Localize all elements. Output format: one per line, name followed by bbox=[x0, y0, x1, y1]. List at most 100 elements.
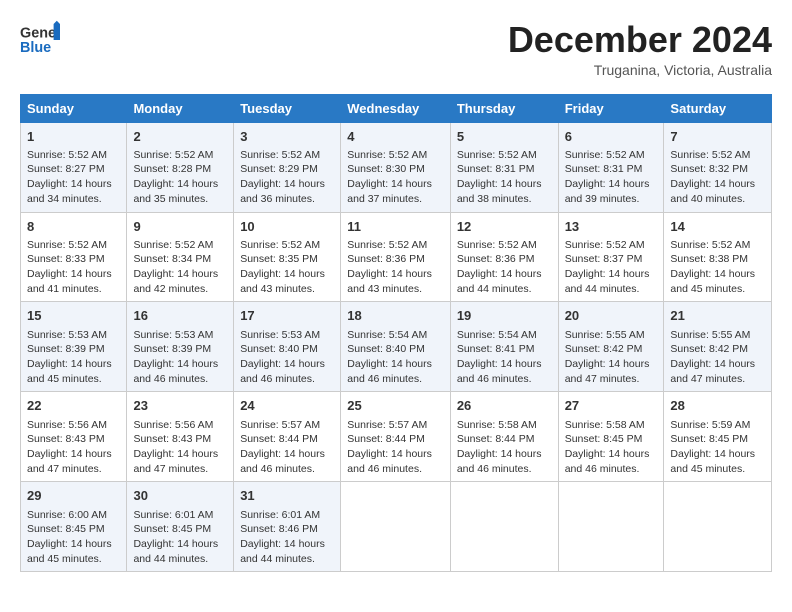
daylight-text: Daylight: 14 hours and 34 minutes. bbox=[27, 178, 112, 205]
calendar-cell: 13 Sunrise: 5:52 AM Sunset: 8:37 PM Dayligh… bbox=[558, 212, 664, 302]
calendar-cell: 17Sunrise: 5:53 AMSunset: 8:40 PMDayligh… bbox=[234, 302, 341, 392]
sunrise-text: Sunrise: 5:52 AM bbox=[670, 239, 750, 251]
daylight-text: Daylight: 14 hours and 45 minutes. bbox=[670, 448, 755, 475]
day-number: 10 bbox=[240, 218, 334, 236]
day-number: 26 bbox=[457, 397, 552, 415]
sunrise-text: Sunrise: 5:54 AM bbox=[457, 329, 537, 341]
sunset-text: Sunset: 8:32 PM bbox=[670, 163, 748, 175]
calendar-cell bbox=[558, 482, 664, 572]
sunset-text: Sunset: 8:28 PM bbox=[133, 163, 211, 175]
sunset-text: Sunset: 8:44 PM bbox=[457, 433, 535, 445]
daylight-text: Daylight: 14 hours and 36 minutes. bbox=[240, 178, 325, 205]
daylight-text: Daylight: 14 hours and 45 minutes. bbox=[27, 538, 112, 565]
sunrise-text: Sunrise: 5:57 AM bbox=[240, 419, 320, 431]
day-number: 8 bbox=[27, 218, 120, 236]
daylight-text: Daylight: 14 hours and 47 minutes. bbox=[670, 358, 755, 385]
day-number: 6 bbox=[565, 128, 658, 146]
weekday-header-monday: Monday bbox=[127, 94, 234, 122]
day-number: 5 bbox=[457, 128, 552, 146]
sunset-text: Sunset: 8:46 PM bbox=[240, 523, 318, 535]
daylight-text: Daylight: 14 hours and 44 minutes. bbox=[565, 268, 650, 295]
sunset-text: Sunset: 8:43 PM bbox=[27, 433, 105, 445]
sunset-text: Sunset: 8:31 PM bbox=[565, 163, 643, 175]
sunset-text: Sunset: 8:41 PM bbox=[457, 343, 535, 355]
calendar-week-row: 1Sunrise: 5:52 AMSunset: 8:27 PMDaylight… bbox=[21, 122, 772, 212]
sunset-text: Sunset: 8:45 PM bbox=[27, 523, 105, 535]
sunrise-text: Sunrise: 5:52 AM bbox=[27, 149, 107, 161]
sunset-text: Sunset: 8:45 PM bbox=[133, 523, 211, 535]
weekday-header-wednesday: Wednesday bbox=[341, 94, 451, 122]
daylight-text: Daylight: 14 hours and 47 minutes. bbox=[565, 358, 650, 385]
sunset-text: Sunset: 8:43 PM bbox=[133, 433, 211, 445]
sunset-text: Sunset: 8:45 PM bbox=[670, 433, 748, 445]
calendar-cell bbox=[450, 482, 558, 572]
daylight-text: Daylight: 14 hours and 44 minutes. bbox=[133, 538, 218, 565]
daylight-text: Daylight: 14 hours and 43 minutes. bbox=[347, 268, 432, 295]
sunrise-text: Sunrise: 5:52 AM bbox=[347, 239, 427, 251]
day-number: 12 bbox=[457, 218, 552, 236]
sunset-text: Sunset: 8:36 PM bbox=[347, 253, 425, 265]
day-number: 27 bbox=[565, 397, 658, 415]
sunset-text: Sunset: 8:34 PM bbox=[133, 253, 211, 265]
sunrise-text: Sunrise: 5:52 AM bbox=[347, 149, 427, 161]
sunset-text: Sunset: 8:39 PM bbox=[133, 343, 211, 355]
sunrise-text: Sunrise: 5:59 AM bbox=[670, 419, 750, 431]
calendar-cell: 31Sunrise: 6:01 AMSunset: 8:46 PMDayligh… bbox=[234, 482, 341, 572]
logo-icon: General Blue bbox=[20, 20, 60, 56]
calendar-cell: 14Sunrise: 5:52 AMSunset: 8:38 PMDayligh… bbox=[664, 212, 772, 302]
sunrise-text: Sunrise: 6:01 AM bbox=[240, 509, 320, 521]
calendar-cell: 18 Sunrise: 5:54 AM Sunset: 8:40 PM Dayligh… bbox=[341, 302, 451, 392]
sunrise-text: Sunrise: 5:52 AM bbox=[565, 239, 645, 251]
sunset-text: Sunset: 8:36 PM bbox=[457, 253, 535, 265]
day-number: 9 bbox=[133, 218, 227, 236]
day-number: 11 bbox=[347, 218, 444, 236]
sunset-text: Sunset: 8:27 PM bbox=[27, 163, 105, 175]
sunrise-text: Sunrise: 5:54 AM bbox=[347, 329, 427, 341]
calendar-week-row: 15Sunrise: 5:53 AMSunset: 8:39 PMDayligh… bbox=[21, 302, 772, 392]
day-number: 21 bbox=[670, 307, 765, 325]
sunset-text: Sunset: 8:33 PM bbox=[27, 253, 105, 265]
day-number: 3 bbox=[240, 128, 334, 146]
calendar-cell: 24Sunrise: 5:57 AMSunset: 8:44 PMDayligh… bbox=[234, 392, 341, 482]
day-number: 14 bbox=[670, 218, 765, 236]
sunset-text: Sunset: 8:31 PM bbox=[457, 163, 535, 175]
sunrise-text: Sunrise: 5:52 AM bbox=[27, 239, 107, 251]
calendar-cell: 10Sunrise: 5:52 AMSunset: 8:35 PMDayligh… bbox=[234, 212, 341, 302]
day-number: 18 bbox=[347, 307, 444, 325]
sunset-text: Sunset: 8:42 PM bbox=[565, 343, 643, 355]
calendar-cell: 11 Sunrise: 5:52 AM Sunset: 8:36 PM Dayligh… bbox=[341, 212, 451, 302]
day-number: 24 bbox=[240, 397, 334, 415]
sunrise-text: Sunrise: 5:52 AM bbox=[565, 149, 645, 161]
daylight-text: Daylight: 14 hours and 46 minutes. bbox=[457, 358, 542, 385]
calendar-week-row: 8 Sunrise: 5:52 AM Sunset: 8:33 PM Daylight… bbox=[21, 212, 772, 302]
day-number: 31 bbox=[240, 487, 334, 505]
day-number: 25 bbox=[347, 397, 444, 415]
daylight-text: Daylight: 14 hours and 47 minutes. bbox=[133, 448, 218, 475]
day-number: 2 bbox=[133, 128, 227, 146]
calendar-cell: 15Sunrise: 5:53 AMSunset: 8:39 PMDayligh… bbox=[21, 302, 127, 392]
svg-text:Blue: Blue bbox=[20, 40, 51, 56]
sunset-text: Sunset: 8:37 PM bbox=[565, 253, 643, 265]
daylight-text: Daylight: 14 hours and 46 minutes. bbox=[457, 448, 542, 475]
weekday-header-saturday: Saturday bbox=[664, 94, 772, 122]
calendar-cell bbox=[341, 482, 451, 572]
calendar-cell: 25Sunrise: 5:57 AMSunset: 8:44 PMDayligh… bbox=[341, 392, 451, 482]
sunset-text: Sunset: 8:40 PM bbox=[347, 343, 425, 355]
calendar-cell: 30Sunrise: 6:01 AMSunset: 8:45 PMDayligh… bbox=[127, 482, 234, 572]
calendar-cell bbox=[664, 482, 772, 572]
sunrise-text: Sunrise: 5:52 AM bbox=[457, 239, 537, 251]
day-number: 13 bbox=[565, 218, 658, 236]
sunset-text: Sunset: 8:30 PM bbox=[347, 163, 425, 175]
calendar-cell: 19 Sunrise: 5:54 AM Sunset: 8:41 PM Dayligh… bbox=[450, 302, 558, 392]
calendar-cell: 9Sunrise: 5:52 AMSunset: 8:34 PMDaylight… bbox=[127, 212, 234, 302]
calendar-cell: 28Sunrise: 5:59 AMSunset: 8:45 PMDayligh… bbox=[664, 392, 772, 482]
sunrise-text: Sunrise: 6:00 AM bbox=[27, 509, 107, 521]
calendar-cell: 6Sunrise: 5:52 AMSunset: 8:31 PMDaylight… bbox=[558, 122, 664, 212]
day-number: 15 bbox=[27, 307, 120, 325]
daylight-text: Daylight: 14 hours and 46 minutes. bbox=[240, 358, 325, 385]
sunrise-text: Sunrise: 5:52 AM bbox=[133, 239, 213, 251]
calendar-cell: 27Sunrise: 5:58 AMSunset: 8:45 PMDayligh… bbox=[558, 392, 664, 482]
daylight-text: Daylight: 14 hours and 47 minutes. bbox=[27, 448, 112, 475]
daylight-text: Daylight: 14 hours and 46 minutes. bbox=[347, 358, 432, 385]
day-number: 19 bbox=[457, 307, 552, 325]
